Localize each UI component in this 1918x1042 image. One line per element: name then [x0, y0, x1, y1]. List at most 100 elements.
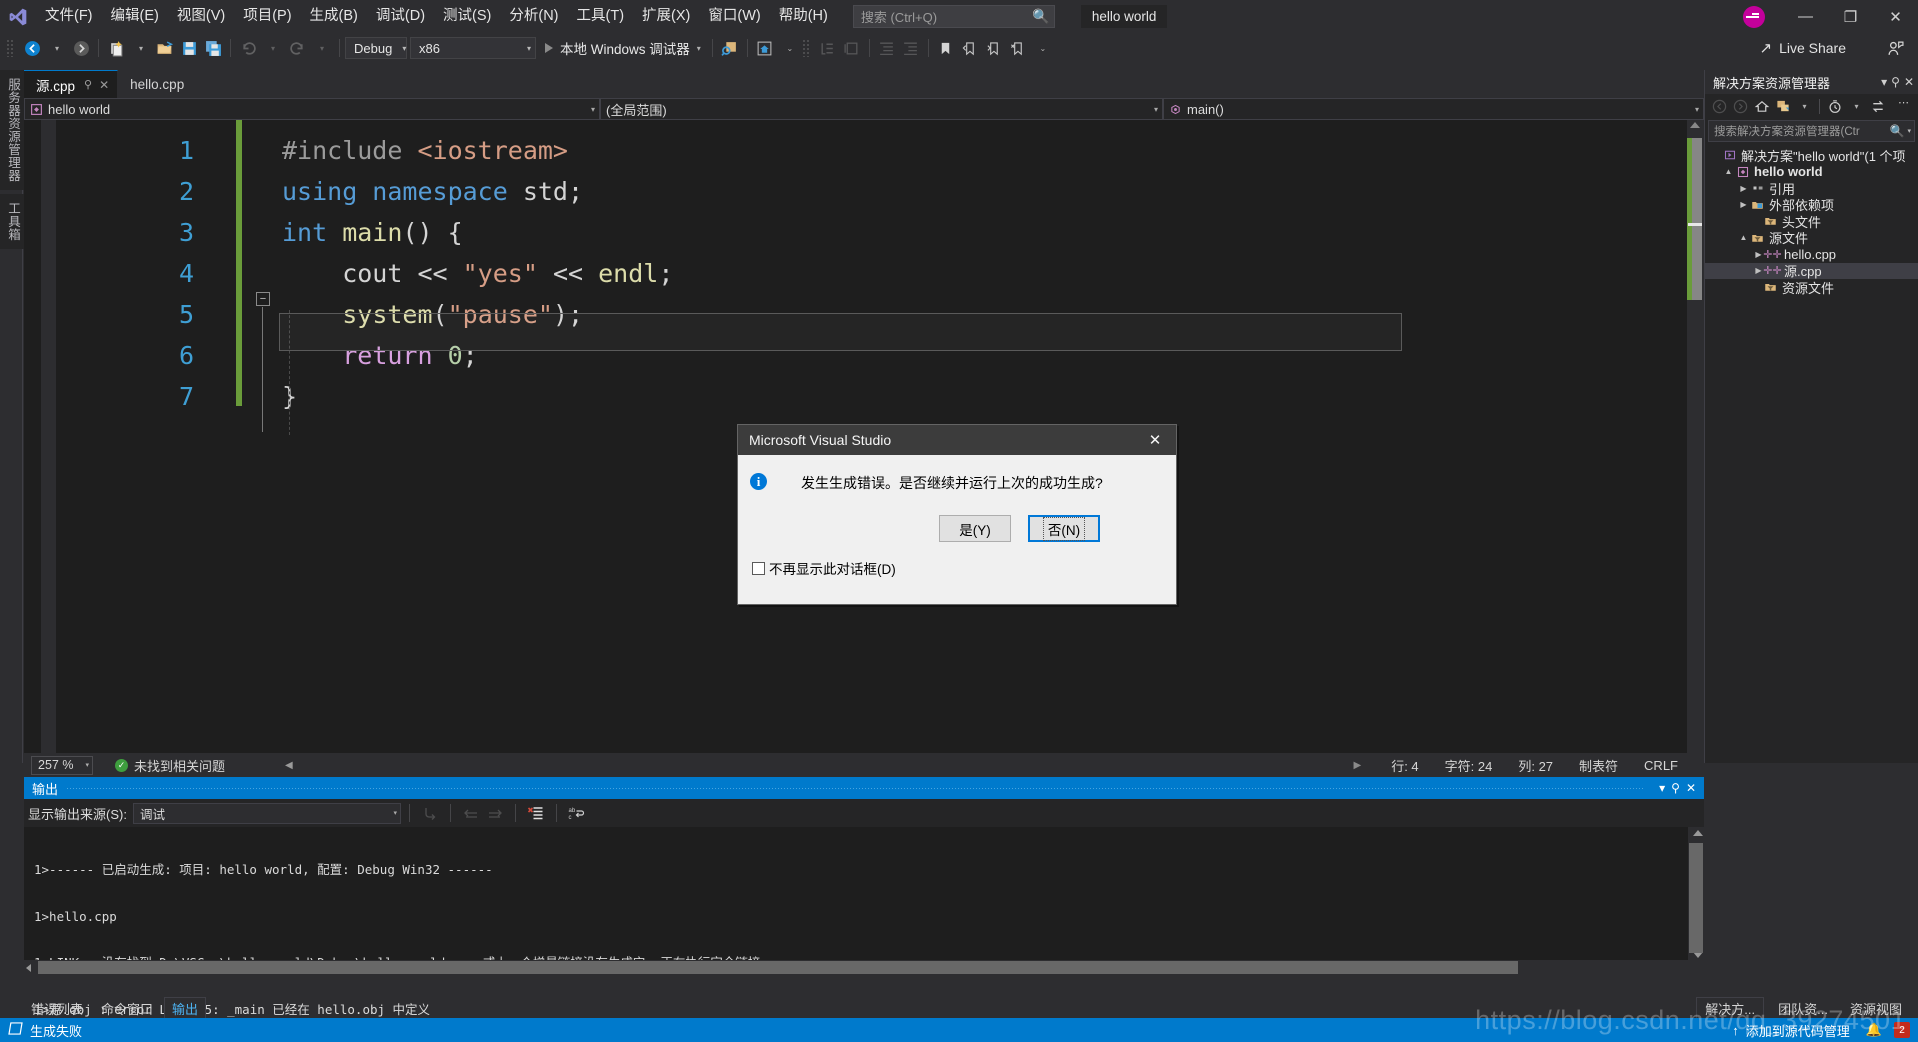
- editor-vertical-scrollbar[interactable]: [1687, 120, 1704, 753]
- navigate-forward-icon[interactable]: [69, 36, 93, 60]
- menu-file[interactable]: 文件(F): [36, 0, 102, 33]
- toolbar-overflow-icon[interactable]: ⌄: [778, 36, 802, 60]
- sync-icon[interactable]: [1867, 96, 1888, 117]
- dock-tab-output[interactable]: 输出: [164, 996, 207, 1020]
- forward-icon[interactable]: [1730, 96, 1751, 117]
- scrollbar-thumb[interactable]: [38, 961, 1518, 974]
- clear-bookmarks-icon[interactable]: [1006, 36, 1030, 60]
- new-item-icon[interactable]: [104, 36, 128, 60]
- editor-tab-hello-cpp[interactable]: hello.cpp: [118, 70, 194, 98]
- home-icon[interactable]: [1751, 96, 1772, 117]
- send-feedback-icon[interactable]: [1887, 33, 1904, 63]
- tree-twisty[interactable]: ▲: [1722, 167, 1735, 176]
- menu-analyze[interactable]: 分析(N): [500, 0, 567, 33]
- switch-views-icon[interactable]: [1772, 96, 1793, 117]
- menu-tools[interactable]: 工具(T): [568, 0, 634, 33]
- overflow-icon[interactable]: ⋯: [1893, 96, 1914, 117]
- fold-collapse-icon[interactable]: −: [256, 292, 270, 306]
- tree-item-source-files[interactable]: ▲ 源文件: [1705, 230, 1918, 246]
- menu-view[interactable]: 视图(V): [168, 0, 234, 33]
- pin-icon[interactable]: ⚲: [1671, 781, 1680, 795]
- pending-changes-dropdown-icon[interactable]: ▾: [1846, 96, 1867, 117]
- indent-increase-icon[interactable]: [899, 36, 923, 60]
- close-icon[interactable]: ✕: [1134, 425, 1176, 455]
- tree-twisty[interactable]: ▲: [1737, 233, 1750, 242]
- chevron-down-icon[interactable]: ▾: [1659, 781, 1665, 795]
- output-text[interactable]: 1>------ 已启动生成: 项目: hello world, 配置: Deb…: [24, 827, 1704, 1017]
- status-eol[interactable]: CRLF: [1644, 758, 1678, 773]
- previous-bookmark-icon[interactable]: [958, 36, 982, 60]
- dock-tab-error-list[interactable]: 错误列表: [24, 998, 90, 1019]
- goto-message-icon[interactable]: [418, 801, 442, 825]
- navigate-back-dropdown-icon[interactable]: ▾: [45, 36, 69, 60]
- scrollbar-thumb[interactable]: [1689, 843, 1703, 953]
- scroll-left-icon[interactable]: [26, 964, 31, 972]
- add-to-source-control-button[interactable]: ↑ 添加到源代码管理: [1732, 1021, 1850, 1040]
- menu-test[interactable]: 测试(S): [434, 0, 500, 33]
- comment-icon[interactable]: [840, 36, 864, 60]
- output-source-combo[interactable]: 调试 ▾: [132, 802, 401, 824]
- live-share-button[interactable]: ↗ Live Share: [1759, 33, 1846, 63]
- issues-next-icon[interactable]: ▶: [1353, 760, 1361, 771]
- scroll-up-icon[interactable]: [1693, 830, 1703, 836]
- start-debugging-button[interactable]: 本地 Windows 调试器 ▾: [539, 36, 707, 60]
- rail-tab-toolbox[interactable]: 工具箱: [0, 194, 27, 249]
- solution-platform-combo[interactable]: x86 ▾: [410, 37, 536, 59]
- zoom-level-combo[interactable]: 257 % ▾: [31, 755, 93, 775]
- clear-all-icon[interactable]: [524, 801, 548, 825]
- outline-icon[interactable]: [816, 36, 840, 60]
- rail-tab-server-explorer[interactable]: 服务器资源管理器: [0, 70, 27, 190]
- undo-icon[interactable]: [236, 36, 260, 60]
- chevron-down-icon[interactable]: ▾: [1907, 127, 1911, 135]
- navbar-project-combo[interactable]: hello world ▾: [24, 98, 600, 120]
- editor-tab-source-cpp[interactable]: 源.cpp ⚲ ✕: [24, 70, 119, 98]
- tree-item-external-dependencies[interactable]: ▶ 外部依赖项: [1705, 197, 1918, 213]
- navbar-member-combo[interactable]: main() ▾: [1163, 98, 1704, 120]
- dock-tab-command-window[interactable]: 命令窗口: [94, 998, 160, 1019]
- tree-item-solution[interactable]: 解决方案"hello world"(1 个项: [1705, 147, 1918, 164]
- dock-tab-resource-view[interactable]: 资源视图: [1842, 998, 1910, 1019]
- attach-process-icon[interactable]: [718, 36, 742, 60]
- redo-dropdown-icon[interactable]: ▾: [310, 36, 334, 60]
- solution-explorer-search-input[interactable]: 搜索解决方案资源管理器(Ctr 🔍 ▾: [1708, 120, 1915, 142]
- output-vertical-scrollbar[interactable]: [1688, 827, 1704, 975]
- save-all-icon[interactable]: [201, 36, 225, 60]
- open-folder-icon[interactable]: [153, 36, 177, 60]
- dont-show-again-checkbox[interactable]: 不再显示此对话框(D): [752, 558, 896, 578]
- close-icon[interactable]: ✕: [99, 78, 109, 92]
- checkbox-box[interactable]: [752, 561, 765, 575]
- toggle-wordwrap-icon[interactable]: ab c: [565, 801, 589, 825]
- tree-item-hello-cpp[interactable]: ▶ ✛✛ hello.cpp: [1705, 246, 1918, 263]
- menu-debug[interactable]: 调试(D): [367, 0, 434, 33]
- tree-item-header-files[interactable]: 头文件: [1705, 213, 1918, 230]
- tree-twisty[interactable]: ▶: [1737, 200, 1750, 209]
- solution-tree[interactable]: 解决方案"hello world"(1 个项 ▲ hello world ▶ 引…: [1705, 145, 1918, 296]
- dock-tab-team-explorer[interactable]: 团队资...: [1770, 998, 1836, 1019]
- yes-button[interactable]: 是(Y): [939, 515, 1011, 542]
- navbar-scope-combo[interactable]: (全局范围) ▾: [600, 98, 1163, 120]
- pin-icon[interactable]: ⚲: [84, 78, 92, 91]
- indent-decrease-icon[interactable]: [875, 36, 899, 60]
- close-icon[interactable]: ✕: [1686, 781, 1696, 795]
- tree-item-references[interactable]: ▶ 引用: [1705, 180, 1918, 197]
- tree-item-project[interactable]: ▲ hello world: [1705, 164, 1918, 181]
- user-avatar[interactable]: [1743, 5, 1765, 28]
- no-button[interactable]: 否(N): [1028, 515, 1100, 542]
- menu-extensions[interactable]: 扩展(X): [633, 0, 699, 33]
- output-horizontal-scrollbar[interactable]: [24, 960, 1688, 975]
- undo-dropdown-icon[interactable]: ▾: [261, 36, 285, 60]
- notifications-button[interactable]: 🔔: [1866, 1022, 1882, 1038]
- tree-item-source-cpp[interactable]: ▶ ✛✛ 源.cpp: [1705, 262, 1918, 279]
- next-message-icon[interactable]: [483, 801, 507, 825]
- scroll-up-icon[interactable]: [1690, 122, 1700, 128]
- menu-edit[interactable]: 编辑(E): [102, 0, 168, 33]
- pending-changes-icon[interactable]: [1824, 96, 1845, 117]
- tree-item-resource-files[interactable]: 资源文件: [1705, 279, 1918, 296]
- chevron-down-icon[interactable]: ▾: [1881, 75, 1887, 89]
- status-indent[interactable]: 制表符: [1579, 756, 1618, 775]
- toolbar-grip[interactable]: [6, 39, 15, 57]
- new-item-dropdown-icon[interactable]: ▾: [129, 36, 153, 60]
- navigate-back-icon[interactable]: [20, 36, 44, 60]
- menu-project[interactable]: 项目(P): [234, 0, 300, 33]
- switch-views-dropdown-icon[interactable]: ▾: [1794, 96, 1815, 117]
